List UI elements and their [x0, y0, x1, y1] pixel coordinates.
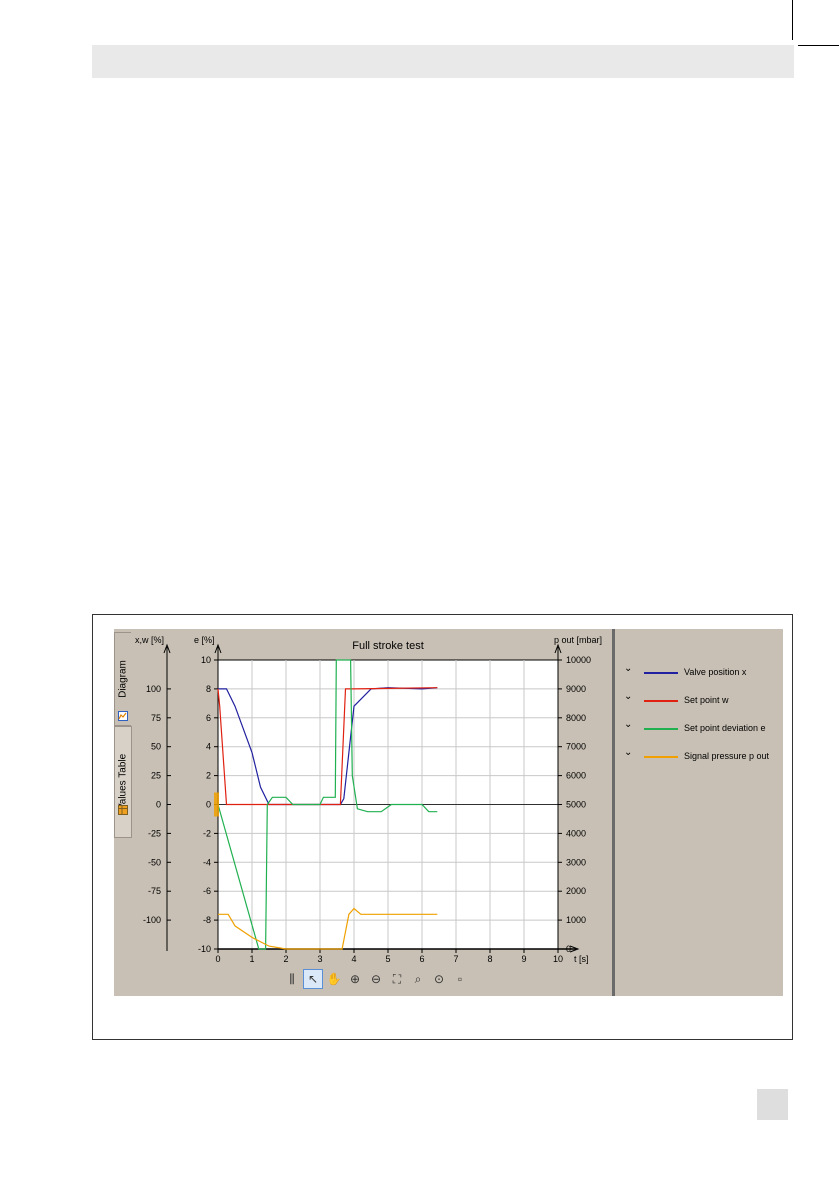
legend-item[interactable]: ⌄ Set point w [624, 691, 774, 723]
legend-item[interactable]: ⌄ Set point deviation e [624, 719, 774, 751]
signal-pressure-marker [214, 792, 219, 817]
x-axis-label: t [s] [574, 954, 589, 964]
x-tick-label: 1 [249, 954, 254, 964]
xw-tick-label: -50 [148, 857, 161, 867]
x-tick-label: 3 [317, 954, 322, 964]
p-tick-label: 9000 [566, 684, 586, 694]
legend-swatch [644, 672, 678, 674]
e-axis-label: e [%] [194, 635, 215, 645]
tab-values-table-label: Values Table [117, 753, 129, 811]
legend-label: Valve position x [684, 667, 747, 677]
p-tick-label: 8000 [566, 713, 586, 723]
page-number-box [757, 1089, 788, 1120]
legend-item[interactable]: ⌄ Signal pressure p out [624, 747, 774, 779]
p-tick-label: 1000 [566, 915, 586, 925]
e-tick-label: 8 [206, 684, 211, 694]
x-tick-label: 9 [521, 954, 526, 964]
legend-swatch [644, 700, 678, 702]
p-tick-label: 2000 [566, 886, 586, 896]
select-pointer-tool-icon[interactable]: ↖ [303, 969, 323, 989]
p-tick-label: 3000 [566, 857, 586, 867]
legend-item[interactable]: ⌄ Valve position x [624, 663, 774, 695]
xw-tick-label: -75 [148, 886, 161, 896]
p-tick-label: 5000 [566, 800, 586, 810]
table-icon [118, 805, 128, 815]
legend-label: Set point deviation e [684, 723, 766, 733]
x-tick-label: 10 [553, 954, 563, 964]
chevron-down-icon[interactable]: ⌄ [624, 747, 632, 758]
x-tick-label: 8 [487, 954, 492, 964]
e-tick-label: 2 [206, 771, 211, 781]
x-tick-label: 7 [453, 954, 458, 964]
e-tick-label: -10 [198, 944, 211, 954]
e-tick-label: 10 [201, 655, 211, 665]
chart-title: Full stroke test [352, 640, 424, 652]
xw-tick-label: -25 [148, 828, 161, 838]
crop-mark-top-right-h [798, 45, 839, 46]
xw-axis-label: x,w [%] [135, 635, 164, 645]
chevron-down-icon[interactable]: ⌄ [624, 691, 632, 702]
e-tick-label: -4 [203, 857, 211, 867]
xw-tick-label: 75 [151, 713, 161, 723]
x-tick-label: 6 [419, 954, 424, 964]
xw-tick-label: 0 [156, 800, 161, 810]
tab-diagram[interactable]: Diagram [114, 632, 131, 726]
xw-tick-label: 50 [151, 742, 161, 752]
chart-toolbar: ⫼ ↖ ✋ ⊕ ⊖ ⛶ ⌕ ⊙ ▫ [282, 969, 470, 991]
e-tick-label: -8 [203, 915, 211, 925]
crop-mark-top-right [792, 0, 793, 40]
e-tick-label: 0 [206, 800, 211, 810]
zoom-out-tool-icon[interactable]: ⊖ [366, 969, 386, 989]
zoom-reset-tool-icon[interactable]: ⊙ [429, 969, 449, 989]
chevron-down-icon[interactable]: ⌄ [624, 663, 632, 674]
zoom-fit-tool-icon[interactable]: ⛶ [387, 969, 407, 989]
legend-label: Signal pressure p out [684, 751, 770, 761]
xw-tick-label: 100 [146, 684, 161, 694]
tab-values-table[interactable]: Values Table [114, 726, 132, 838]
pan-hand-tool-icon[interactable]: ✋ [324, 969, 344, 989]
xw-tick-label: 25 [151, 771, 161, 781]
e-tick-label: -2 [203, 828, 211, 838]
p-tick-label: 6000 [566, 771, 586, 781]
x-tick-label: 2 [283, 954, 288, 964]
legend-label: Set point w [684, 695, 729, 705]
chart-area[interactable]: x,w [%]1007550250-25-50-75-100e [%]10864… [132, 629, 630, 967]
chevron-down-icon[interactable]: ⌄ [624, 719, 632, 730]
p-tick-label: 10000 [566, 655, 591, 665]
x-tick-label: 0 [215, 954, 220, 964]
x-tick-label: 4 [351, 954, 356, 964]
side-tabs: Diagram Values Table [114, 629, 132, 996]
zoom-region-tool-icon[interactable]: ⌕ [408, 969, 428, 989]
zoom-in-tool-icon[interactable]: ⊕ [345, 969, 365, 989]
p-tick-label: 7000 [566, 742, 586, 752]
e-tick-label: 6 [206, 713, 211, 723]
legend-swatch [644, 728, 678, 730]
export-tool-icon[interactable]: ▫ [450, 969, 470, 989]
p-axis-label: p out [mbar] [554, 635, 602, 645]
tab-diagram-label: Diagram [117, 660, 129, 698]
header-bar [92, 45, 794, 78]
panel-splitter[interactable] [612, 629, 615, 996]
diagram-window: Diagram Values Table x,w [%] 100 75 50 25 0 -2… [114, 629, 783, 996]
e-tick-label: 4 [206, 742, 211, 752]
chart-legend: ⌄ Valve position x ⌄ Set point w ⌄ Set point … [624, 663, 774, 779]
xw-tick-label: -100 [143, 915, 161, 925]
diagram-icon [118, 711, 128, 721]
legend-swatch [644, 756, 678, 758]
x-tick-label: 5 [385, 954, 390, 964]
p-tick-label: 4000 [566, 828, 586, 838]
cursor-lock-tool-icon[interactable]: ⫼ [282, 969, 302, 989]
e-tick-label: -6 [203, 886, 211, 896]
